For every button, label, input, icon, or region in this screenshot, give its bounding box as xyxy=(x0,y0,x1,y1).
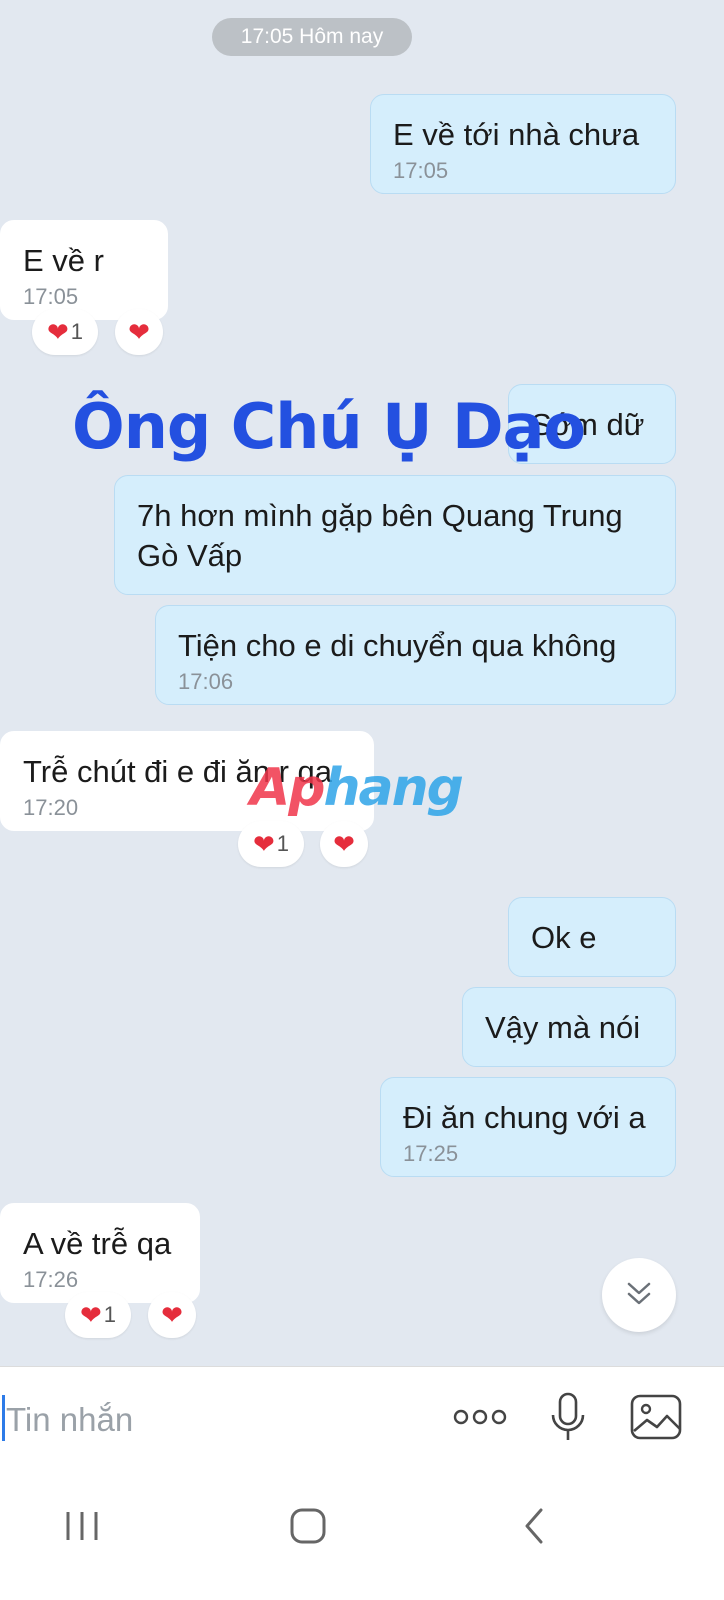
message-text: A về trễ qa xyxy=(23,1226,172,1261)
message-bubble-outgoing[interactable]: E về tới nhà chưa 17:05 xyxy=(370,94,676,194)
image-picker-button[interactable] xyxy=(626,1389,686,1449)
home-button[interactable] xyxy=(268,1498,348,1558)
add-reaction-button[interactable]: ❤ xyxy=(148,1292,196,1338)
publisher-logo: Aphang xyxy=(250,758,464,818)
message-time: 17:05 xyxy=(393,158,449,183)
message-bubble-outgoing[interactable]: Đi ăn chung với a 17:25 xyxy=(380,1077,676,1177)
message-text: E về tới nhà chưa xyxy=(393,117,640,152)
reaction-count-chip[interactable]: ❤ 1 xyxy=(238,821,304,867)
reaction-count: 1 xyxy=(103,1302,117,1327)
image-gallery-icon xyxy=(629,1393,683,1446)
heart-icon: ❤ xyxy=(161,1299,183,1330)
more-dots-icon xyxy=(452,1407,508,1432)
home-icon xyxy=(288,1506,328,1551)
back-button[interactable] xyxy=(494,1498,574,1558)
heart-icon: ❤ xyxy=(46,316,69,347)
message-text: Vậy mà nói xyxy=(485,1010,641,1045)
microphone-icon xyxy=(548,1391,588,1448)
message-text: 7h hơn mình gặp bên Quang Trung Gò Vấp xyxy=(137,498,623,573)
watermark-caption: Ông Chú Ụ Dạo xyxy=(72,390,586,463)
recent-apps-icon xyxy=(62,1508,102,1549)
reaction-count-chip[interactable]: ❤ 1 xyxy=(65,1292,131,1338)
message-bubble-outgoing[interactable]: Vậy mà nói xyxy=(462,987,676,1067)
message-time: 17:25 xyxy=(403,1141,459,1166)
message-time: 17:26 xyxy=(23,1267,79,1292)
chat-area[interactable]: 17:05 Hôm nay E về tới nhà chưa 17:05 E … xyxy=(0,0,724,1395)
heart-icon: ❤ xyxy=(252,828,275,859)
add-reaction-button[interactable]: ❤ xyxy=(115,309,163,355)
double-chevron-down-icon xyxy=(622,1276,656,1315)
heart-icon: ❤ xyxy=(79,1299,102,1330)
message-bubble-incoming[interactable]: E về r 17:05 xyxy=(0,220,168,320)
message-text: Tiện cho e di chuyển qua không xyxy=(178,628,617,663)
system-navigation-bar xyxy=(0,1476,724,1600)
reaction-count-chip[interactable]: ❤ 1 xyxy=(32,309,98,355)
voice-message-button[interactable] xyxy=(538,1389,598,1449)
logo-part-1: Ap xyxy=(250,758,325,818)
message-text: Ok e xyxy=(531,920,597,955)
reaction-count: 1 xyxy=(276,831,290,856)
message-bubble-outgoing[interactable]: 7h hơn mình gặp bên Quang Trung Gò Vấp xyxy=(114,475,676,595)
scroll-to-bottom-button[interactable] xyxy=(602,1258,676,1332)
heart-icon: ❤ xyxy=(333,828,355,859)
message-bubble-incoming[interactable]: A về trễ qa 17:26 xyxy=(0,1203,200,1303)
more-button[interactable] xyxy=(450,1389,510,1449)
message-time: 17:05 xyxy=(23,284,79,309)
message-composer xyxy=(0,1366,724,1477)
message-bubble-outgoing[interactable]: Tiện cho e di chuyển qua không 17:06 xyxy=(155,605,676,705)
message-input[interactable] xyxy=(4,1397,428,1443)
date-separator: 17:05 Hôm nay xyxy=(212,18,412,56)
message-text: Đi ăn chung với a xyxy=(403,1100,646,1135)
back-icon xyxy=(519,1506,549,1551)
reaction-count: 1 xyxy=(70,319,84,344)
message-bubble-outgoing[interactable]: Ok e xyxy=(508,897,676,977)
heart-icon: ❤ xyxy=(128,316,150,347)
recent-apps-button[interactable] xyxy=(42,1498,122,1558)
logo-part-2: hang xyxy=(323,758,463,818)
add-reaction-button[interactable]: ❤ xyxy=(320,821,368,867)
message-time: 17:06 xyxy=(178,669,234,694)
message-text: E về r xyxy=(23,243,104,278)
